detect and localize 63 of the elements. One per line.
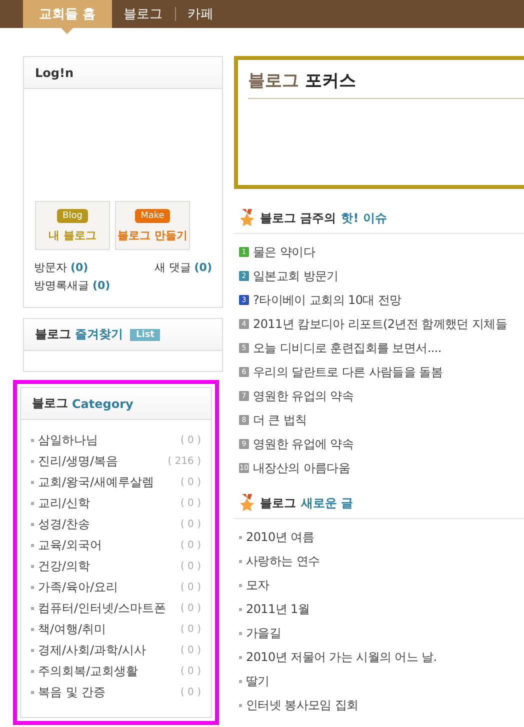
post-link[interactable]: 인터넷 봉사모임 집회 — [246, 696, 358, 714]
section-title: 블로그 — [260, 494, 296, 512]
category-count: ( 0 ) — [180, 498, 201, 509]
stat-text: 방명록새글 (0) — [34, 278, 110, 293]
nav-tab[interactable]: 카페 — [176, 0, 226, 28]
post-link[interactable]: ?타이베이 교회의 10대 전망 — [253, 292, 402, 308]
category-count: ( 0 ) — [180, 540, 201, 551]
stat-text: 새 댓글 (0) — [154, 260, 212, 275]
category-link[interactable]: 주의회복/교회생활 — [31, 663, 138, 680]
section-title-accent: 핫! 이슈 — [341, 210, 387, 226]
category-count: ( 0 ) — [180, 624, 201, 635]
section-title: 블로그 금주의 — [260, 210, 336, 226]
post-link[interactable]: 일본교회 방문기 — [253, 268, 338, 284]
category-count: ( 0 ) — [180, 603, 201, 614]
post-link[interactable]: 영원한 유업의 약속 — [253, 388, 354, 404]
category-count: ( 0 ) — [180, 519, 201, 530]
category-link[interactable]: 복음 및 간증 — [31, 684, 106, 701]
star-icon — [239, 209, 255, 227]
post-link[interactable]: 우리의 달란트로 다른 사람들을 돌봄 — [253, 364, 443, 380]
category-link[interactable]: 교육/외국어 — [31, 537, 102, 554]
post-link[interactable]: 딸기 — [246, 672, 270, 690]
category-link[interactable]: 성경/찬송 — [31, 516, 90, 533]
focus-title-accent: 포커스 — [305, 70, 356, 92]
panel-title: 블로그 — [32, 395, 68, 412]
panel-title-accent: 즐겨찾기 — [75, 326, 123, 343]
post-link[interactable]: 2010년 저물어 가는 시월의 어느 날. — [246, 648, 437, 666]
post-link[interactable]: 2011년 1월 — [246, 600, 310, 618]
section-title-accent: 새로운 글 — [301, 494, 354, 512]
caret-icon — [61, 28, 74, 34]
category-count: ( 0 ) — [180, 645, 201, 656]
post-link[interactable]: 오늘 디비디로 훈련집회를 보면서.... — [253, 340, 442, 356]
category-count: ( 216 ) — [168, 456, 201, 467]
panel-title-accent: Category — [72, 396, 134, 410]
nav-tab[interactable]: 블로그 — [112, 0, 175, 28]
category-link[interactable]: 교리/신학 — [31, 495, 90, 512]
category-count: ( 0 ) — [180, 435, 201, 446]
post-link[interactable]: 모자 — [246, 576, 270, 594]
category-link[interactable]: 가족/육아/요리 — [31, 579, 118, 596]
post-link[interactable]: 물은 약이다 — [253, 244, 316, 260]
post-link[interactable]: 더 큰 법칙 — [253, 412, 307, 428]
panel-title: 블로그 — [35, 326, 71, 343]
focus-title: 블로그 — [248, 70, 299, 92]
category-count: ( 0 ) — [180, 666, 201, 677]
category-count: ( 0 ) — [180, 477, 201, 488]
category-link[interactable]: 건강/의학 — [31, 558, 90, 575]
post-link[interactable]: 내장산의 아름다움 — [253, 460, 350, 476]
star-icon — [239, 494, 255, 512]
panel-title: Log!n — [35, 66, 74, 80]
post-link[interactable]: 2011년 캄보디아 리포트(2년전 함께했던 지체들 — [253, 316, 508, 332]
category-count: ( 0 ) — [180, 561, 201, 572]
post-link[interactable]: 영원한 유업에 약속 — [253, 436, 354, 452]
category-link[interactable]: 경제/사회/과학/시사 — [31, 642, 146, 659]
post-link[interactable]: 2010년 여름 — [246, 528, 314, 546]
category-link[interactable]: 컴퓨터/인터넷/스마트폰 — [31, 600, 166, 617]
category-link[interactable]: 책/여행/취미 — [31, 621, 106, 638]
category-link[interactable]: 삼일하나님 — [31, 432, 98, 449]
category-count: ( 0 ) — [180, 582, 201, 593]
category-link[interactable]: 교회/왕국/새예루살렘 — [31, 474, 154, 491]
category-count: ( 0 ) — [180, 687, 201, 698]
stat-text: 방문자 (0) — [34, 260, 88, 275]
post-link[interactable]: 사랑하는 연수 — [246, 552, 320, 570]
category-link[interactable]: 진리/생명/복음 — [31, 453, 118, 470]
post-link[interactable]: 가을길 — [246, 624, 282, 642]
